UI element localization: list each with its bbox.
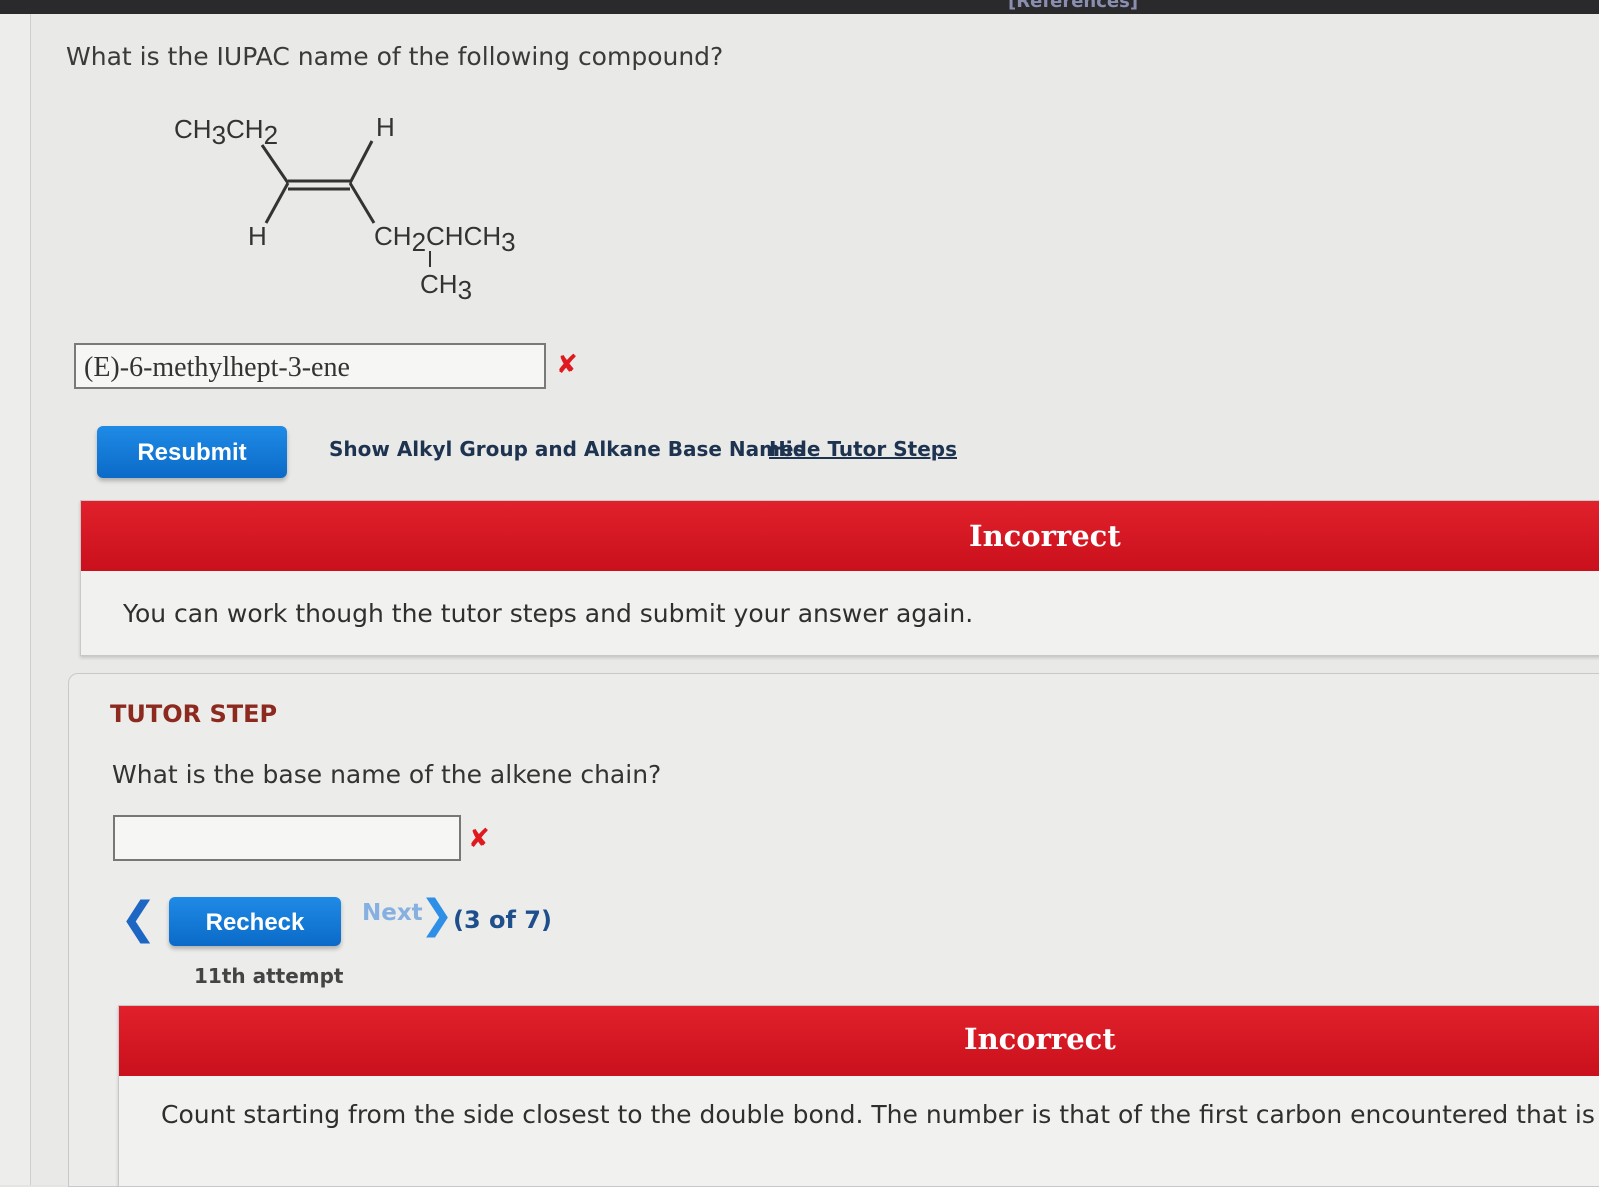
top-bar: [References] bbox=[0, 0, 1599, 14]
feedback-message: You can work though the tutor steps and … bbox=[123, 599, 974, 628]
references-link[interactable]: [References] bbox=[1008, 0, 1138, 12]
next-chevron-icon[interactable]: ❯ bbox=[420, 892, 454, 938]
resubmit-button[interactable]: Resubmit bbox=[97, 426, 287, 478]
group-ethyl: CH3CH2 bbox=[174, 114, 278, 150]
tutor-feedback-message: Count starting from the side closest to … bbox=[161, 1100, 1599, 1129]
question-text: What is the IUPAC name of the following … bbox=[66, 42, 724, 71]
tutor-incorrect-label: Incorrect bbox=[964, 1022, 1116, 1056]
molecule-structure: CH3CH2 H H CH2CHCH3 CH3 bbox=[174, 112, 516, 305]
attempt-count: 11th attempt bbox=[194, 964, 344, 988]
tutor-step-label: TUTOR STEP bbox=[110, 700, 278, 728]
incorrect-label: Incorrect bbox=[969, 519, 1121, 553]
next-step-link[interactable]: Next bbox=[362, 900, 423, 926]
previous-step-icon[interactable]: ❮ bbox=[120, 893, 157, 944]
atom-h-top: H bbox=[376, 112, 395, 142]
step-counter: (3 of 7) bbox=[453, 906, 552, 934]
incorrect-banner: Incorrect bbox=[81, 501, 1599, 571]
tutor-question: What is the base name of the alkene chai… bbox=[112, 760, 662, 789]
answer-input[interactable]: (E)-6-methylhept-3-ene bbox=[74, 343, 546, 389]
show-base-names-link[interactable]: Show Alkyl Group and Alkane Base Names bbox=[329, 437, 805, 461]
tutor-wrong-mark-icon: ✘ bbox=[468, 824, 490, 854]
tutor-feedback-panel: Incorrect Count starting from the side c… bbox=[118, 1005, 1599, 1187]
recheck-button[interactable]: Recheck bbox=[169, 897, 341, 946]
tutor-answer-input[interactable] bbox=[113, 815, 461, 861]
group-isobutyl: CH2CHCH3 bbox=[374, 221, 516, 257]
group-methyl-branch: CH3 bbox=[420, 269, 472, 305]
feedback-panel: Incorrect You can work though the tutor … bbox=[80, 500, 1599, 656]
wrong-mark-icon: ✘ bbox=[556, 350, 578, 380]
hide-tutor-steps-link[interactable]: Hide Tutor Steps bbox=[769, 437, 957, 461]
left-margin bbox=[0, 14, 31, 1185]
tutor-incorrect-banner: Incorrect bbox=[119, 1006, 1599, 1076]
atom-h-bottom: H bbox=[248, 221, 267, 251]
